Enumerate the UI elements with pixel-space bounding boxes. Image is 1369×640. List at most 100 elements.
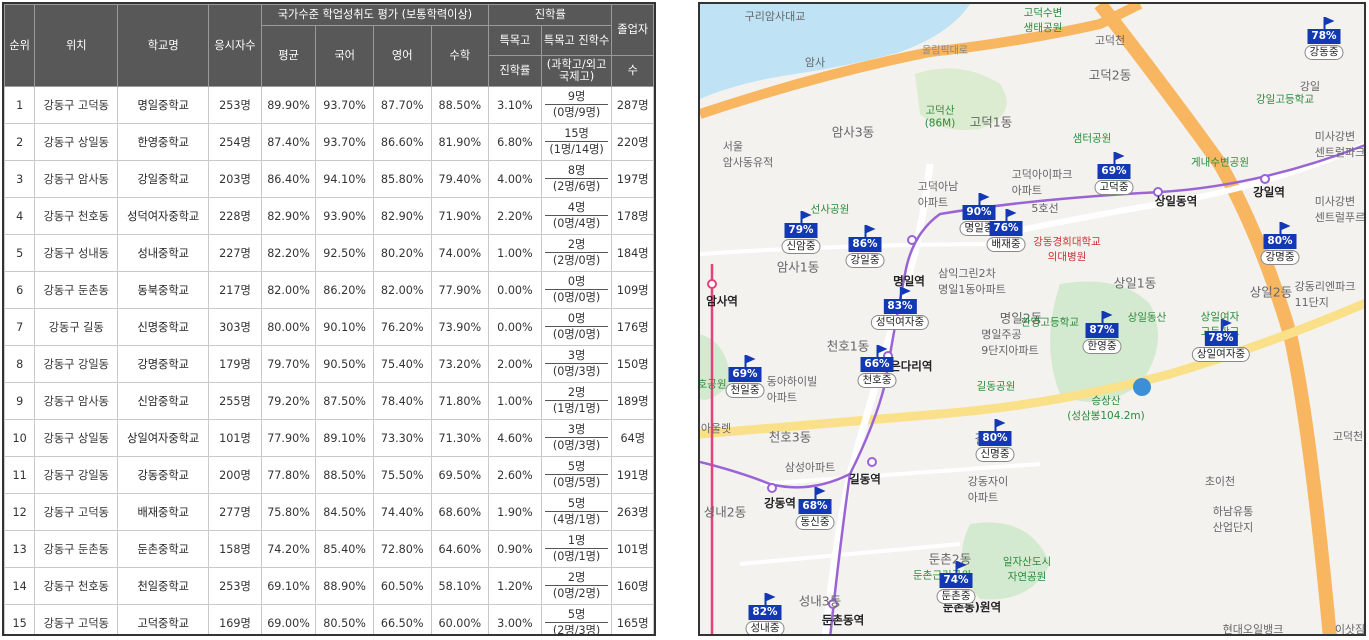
school-cell: 고덕중학교 <box>117 604 210 634</box>
avg-score-cell: 69.00% <box>260 604 317 634</box>
school-marker[interactable]: 80% 신명중 <box>975 419 1015 462</box>
graduates-cell: 160명 <box>611 567 654 605</box>
avg-score-cell: 69.10% <box>260 567 317 605</box>
school-marker[interactable]: 68% 동신중 <box>795 487 835 530</box>
english-score-cell: 87.70% <box>372 86 432 124</box>
korean-score-cell: 80.50% <box>315 604 374 634</box>
school-marker[interactable]: 79% 신암중 <box>781 211 821 254</box>
special-admission-breakdown: (0명/0명) <box>552 328 601 341</box>
math-score-cell: 81.90% <box>430 123 490 161</box>
school-marker[interactable]: 69% 고덕중 <box>1094 152 1134 195</box>
rank-cell: 15 <box>4 604 36 634</box>
school-marker[interactable]: 74% 둔촌중 <box>936 561 976 604</box>
marker-percentage: 76% <box>989 209 1023 236</box>
map-label-gangil-high: 강일고등학교 <box>1256 93 1314 106</box>
graduates-cell: 287명 <box>611 86 654 124</box>
special-admission-total: 3명 <box>544 422 609 438</box>
map-label-hanam: 하남유통 산업단지 <box>1212 505 1254 534</box>
map-label-gangdong-jai: 강동자이 아파트 <box>967 475 1009 504</box>
school-cell: 강명중학교 <box>117 345 210 383</box>
special-admission-breakdown: (2명/0명) <box>552 254 601 267</box>
table-row: 14 강동구 천호동 천일중학교 253명 69.10% 88.90% 60.50% 58.1… <box>4 567 654 605</box>
special-admission-total: 9명 <box>544 89 609 105</box>
korean-score-cell: 85.40% <box>315 530 374 568</box>
map-label-gangbyeon: 올림픽대로 <box>922 45 968 57</box>
graduates-cell: 178명 <box>611 197 654 235</box>
map-label-godeok-arisu: 고덕아남 아파트 <box>917 180 959 209</box>
map-label-saenteo: 샘터공원 <box>1072 132 1112 145</box>
korean-score-cell: 94.10% <box>315 160 374 198</box>
school-marker[interactable]: 83% 성덕여자중 <box>870 287 930 330</box>
examinees-cell: 217명 <box>208 271 262 309</box>
map-label-godeokcheon: 고덕천 <box>1094 34 1126 47</box>
map-label-seoul-amsa: 서울 암사동유적 <box>722 140 774 169</box>
english-score-cell: 85.80% <box>372 160 432 198</box>
english-score-cell: 66.50% <box>372 604 432 634</box>
school-marker[interactable]: 87% 한영중 <box>1082 311 1122 354</box>
table-row: 3 강동구 암사동 강일중학교 203명 86.40% 94.10% 85.80% 79.40… <box>4 160 654 198</box>
school-marker[interactable]: 76% 배재중 <box>986 209 1026 252</box>
map-label-hyundai: 현대오일뱅크 <box>1222 623 1284 636</box>
korean-score-cell: 90.50% <box>315 345 374 383</box>
school-marker[interactable]: 80% 강명중 <box>1260 222 1300 265</box>
special-admission-breakdown: (0명/5명) <box>552 476 601 489</box>
special-admission-cell: 2명 (1명/1명) <box>540 382 613 420</box>
table-row: 6 강동구 둔촌동 동북중학교 217명 82.00% 86.20% 82.00% 77.90… <box>4 271 654 309</box>
map-label-seungsangsan: 승상산 (성삼봉104.2m) <box>1067 395 1145 422</box>
english-score-cell: 75.40% <box>372 345 432 383</box>
english-score-cell: 82.00% <box>372 271 432 309</box>
marker-percentage: 78% <box>1307 17 1341 44</box>
marker-percentage: 80% <box>978 419 1012 446</box>
special-admission-cell: 5명 (2명/3명) <box>540 604 613 634</box>
special-admission-total: 8명 <box>544 163 609 179</box>
avg-score-cell: 82.90% <box>260 197 317 235</box>
school-marker[interactable]: 66% 천호중 <box>857 345 897 388</box>
marker-percentage: 68% <box>798 487 832 514</box>
location-cell: 강동구 고덕동 <box>34 493 119 531</box>
special-high-rate-cell: 1.20% <box>488 567 542 605</box>
location-cell: 강동구 천호동 <box>34 197 119 235</box>
school-marker[interactable]: 78% 상일여자중 <box>1191 319 1251 362</box>
korean-score-cell: 92.50% <box>315 234 374 272</box>
special-admission-total: 2명 <box>544 385 609 401</box>
school-marker[interactable]: 82% 성내중 <box>745 593 785 634</box>
special-admission-total: 0명 <box>544 274 609 290</box>
school-marker[interactable]: 86% 강일중 <box>845 225 885 268</box>
map-label-ilja-forest: 일자산도시 자연공원 <box>1002 556 1052 583</box>
examinees-cell: 255명 <box>208 382 262 420</box>
graduates-cell: 263명 <box>611 493 654 531</box>
map-label-kyunghee: 강동경희대학교 의대병원 <box>1033 236 1101 263</box>
location-cell: 강동구 상일동 <box>34 419 119 457</box>
school-cell: 둔촌중학교 <box>117 530 210 568</box>
header-school: 학교명 <box>117 4 210 87</box>
map-label-cheonil-park: 호공원 <box>698 378 727 391</box>
english-score-cell: 86.60% <box>372 123 432 161</box>
map-label-gangdong-station: 강동역 <box>764 496 796 510</box>
special-high-rate-cell: 0.00% <box>488 308 542 346</box>
school-map-panel[interactable]: 구리암사대교 올림픽대로 암사 고덕수변 생태공원 고덕천 고덕2동 고덕산 (86M) 고덕… <box>698 2 1366 636</box>
special-high-rate-cell: 0.00% <box>488 271 542 309</box>
special-admission-breakdown: (1명/14명) <box>549 143 604 156</box>
graduates-cell: 176명 <box>611 308 654 346</box>
math-score-cell: 71.30% <box>430 419 490 457</box>
rank-cell: 9 <box>4 382 36 420</box>
special-admission-total: 3명 <box>544 348 609 364</box>
korean-score-cell: 93.70% <box>315 86 374 124</box>
rank-cell: 14 <box>4 567 36 605</box>
english-score-cell: 80.20% <box>372 234 432 272</box>
avg-score-cell: 79.20% <box>260 382 317 420</box>
special-admission-cell: 4명 (0명/4명) <box>540 197 613 235</box>
school-cell: 강일중학교 <box>117 160 210 198</box>
gangdong-station-dot <box>767 483 777 493</box>
special-high-rate-cell: 1.00% <box>488 382 542 420</box>
examinees-cell: 228명 <box>208 197 262 235</box>
map-label-godeok1: 고덕1동 <box>969 114 1013 130</box>
location-cell: 강동구 강일동 <box>34 456 119 494</box>
header-special-count-sub: (과학고/외고국제고) <box>540 55 613 87</box>
math-score-cell: 69.50% <box>430 456 490 494</box>
school-marker[interactable]: 69% 천일중 <box>725 355 765 398</box>
header-special-high: 특목고 <box>488 25 542 56</box>
marker-school-name: 천일중 <box>725 383 765 398</box>
school-marker[interactable]: 78% 강동중 <box>1304 17 1344 60</box>
map-label-godeoksubyeon: 고덕수변 생태공원 <box>1023 7 1063 34</box>
